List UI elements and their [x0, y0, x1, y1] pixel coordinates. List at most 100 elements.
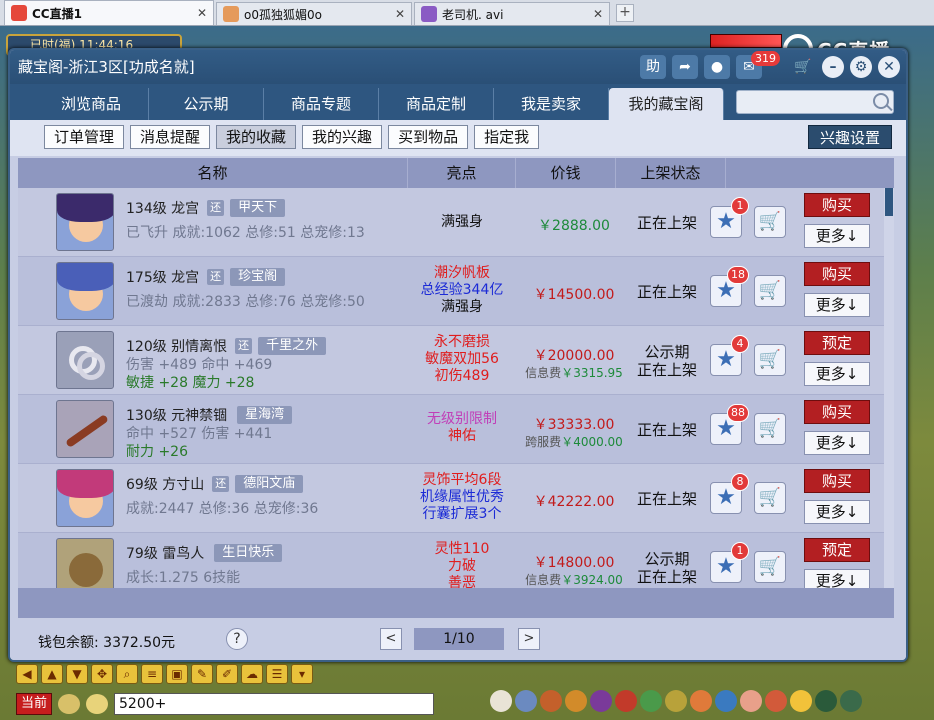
share-icon[interactable]: ➦ [672, 55, 698, 79]
bag-icon[interactable] [540, 690, 562, 712]
pet-icon[interactable] [490, 690, 512, 712]
magnifier-icon[interactable]: ⌕ [116, 664, 138, 684]
table-row[interactable]: 69级 方寸山还德阳文庙 成就:2447 总修:36 总宠修:36 灵饰平均6段… [18, 464, 884, 533]
mail-icon[interactable] [715, 690, 737, 712]
item-highlights: 灵性110 力破 善恶 [434, 541, 490, 588]
avatar-favicon-icon [223, 6, 239, 22]
tab-topics[interactable]: 商品专题 [264, 88, 379, 120]
table-row[interactable]: 175级 龙宫还珍宝阁 已渡劫 成就:2833 总修:76 总宠修:50 潮汐帆… [18, 257, 884, 326]
table-scrollbar[interactable] [884, 188, 894, 588]
favorite-star-button[interactable]: ★ 18 [710, 266, 749, 307]
new-tab-button[interactable]: + [616, 4, 634, 22]
chat-input[interactable]: 5200+ [114, 693, 435, 715]
purchased-items-button[interactable]: 买到物品 [388, 125, 469, 149]
shop-icon[interactable] [615, 690, 637, 712]
move-icon[interactable]: ✥ [91, 664, 113, 684]
browser-tab-avi[interactable]: 老司机. avi ✕ [414, 2, 610, 25]
brush-icon[interactable]: ✐ [216, 664, 238, 684]
list-icon[interactable]: ☰ [266, 664, 288, 684]
team-icon[interactable] [565, 690, 587, 712]
skill-icon[interactable] [590, 690, 612, 712]
more-button[interactable]: 更多↓ [804, 569, 870, 588]
scrollbar-thumb[interactable] [885, 188, 893, 216]
order-management-button[interactable]: 订单管理 [44, 125, 125, 149]
favorite-star-button[interactable]: ★ 1 [710, 197, 749, 238]
microphone-icon[interactable] [58, 694, 81, 714]
gift-icon[interactable] [690, 690, 712, 712]
interest-settings-button[interactable]: 兴趣设置 [807, 125, 892, 149]
buy-button[interactable]: 购买 [804, 262, 870, 286]
tab-browse[interactable]: 浏览商品 [34, 88, 149, 120]
table-row[interactable]: 130级 元神禁锢 星海湾 命中 +527 伤害 +441 耐力 +26 无级别限… [18, 395, 884, 464]
minimize-icon[interactable]: – [822, 56, 844, 78]
designated-me-button[interactable]: 指定我 [474, 125, 540, 149]
dropdown-icon[interactable]: ▾ [291, 664, 313, 684]
lock-icon[interactable]: ▣ [166, 664, 188, 684]
buy-button[interactable]: 购买 [804, 193, 870, 217]
add-to-cart-button[interactable]: 🛒 [754, 482, 786, 514]
settings-icon[interactable]: ⚙ [850, 56, 872, 78]
tab-publicity[interactable]: 公示期 [149, 88, 264, 120]
add-to-cart-button[interactable]: 🛒 [754, 551, 786, 583]
table-row[interactable]: 134级 龙宫还甲天下 已飞升 成就:1062 总修:51 总宠修:13 满强身… [18, 188, 884, 257]
my-interests-button[interactable]: 我的兴趣 [302, 125, 383, 149]
avatar [56, 538, 114, 588]
system-icon[interactable] [840, 690, 862, 712]
help-icon[interactable]: ? [226, 628, 248, 650]
chat-channel-button[interactable]: 当前 [16, 693, 53, 715]
more-button[interactable]: 更多↓ [804, 224, 870, 248]
more-button[interactable]: 更多↓ [804, 500, 870, 524]
add-to-cart-button[interactable]: 🛒 [754, 413, 786, 445]
buy-button[interactable]: 购买 [804, 400, 870, 424]
prev-page-button[interactable]: < [380, 628, 402, 650]
close-icon[interactable]: ✕ [197, 6, 207, 20]
more-button[interactable]: 更多↓ [804, 431, 870, 455]
arrow-up-icon[interactable]: ▲ [41, 664, 63, 684]
tab-my-pavilion[interactable]: 我的藏宝阁 [609, 88, 724, 120]
cart-icon[interactable]: 🛒 [790, 55, 816, 79]
col-status: 上架状态 [616, 158, 726, 188]
message-reminder-button[interactable]: 消息提醒 [130, 125, 211, 149]
sword-icon[interactable] [515, 690, 537, 712]
add-to-cart-button[interactable]: 🛒 [754, 344, 786, 376]
reserve-button[interactable]: 预定 [804, 538, 870, 562]
reserve-button[interactable]: 预定 [804, 331, 870, 355]
add-to-cart-button[interactable]: 🛒 [754, 206, 786, 238]
stop-icon[interactable]: ● [704, 55, 730, 79]
add-to-cart-button[interactable]: 🛒 [754, 275, 786, 307]
table-row[interactable]: 120级 别情离恨还千里之外 伤害 +489 命中 +469 敏捷 +28 魔力… [18, 326, 884, 395]
close-icon[interactable]: ✕ [593, 7, 603, 21]
chat-icon[interactable]: ☁ [241, 664, 263, 684]
message-icon[interactable]: ✉ 319 [736, 51, 780, 79]
sun-icon[interactable] [790, 690, 812, 712]
arrow-left-icon[interactable]: ◀ [16, 664, 38, 684]
favorite-star-button[interactable]: ★ 1 [710, 542, 749, 583]
buy-button[interactable]: 购买 [804, 469, 870, 493]
peach-icon[interactable] [740, 690, 762, 712]
quest-icon[interactable] [665, 690, 687, 712]
search-icon[interactable] [873, 93, 889, 109]
close-icon[interactable]: ✕ [395, 7, 405, 21]
search-input[interactable] [736, 90, 894, 114]
tab-seller[interactable]: 我是卖家 [494, 88, 609, 120]
favorite-star-button[interactable]: ★ 4 [710, 335, 749, 376]
favorite-star-button[interactable]: ★ 88 [710, 404, 749, 445]
arrow-down-icon[interactable]: ▼ [66, 664, 88, 684]
more-button[interactable]: 更多↓ [804, 362, 870, 386]
food-icon[interactable] [765, 690, 787, 712]
more-button[interactable]: 更多↓ [804, 293, 870, 317]
tab-custom[interactable]: 商品定制 [379, 88, 494, 120]
pencil-icon[interactable]: ✎ [191, 664, 213, 684]
close-icon[interactable]: ✕ [878, 56, 900, 78]
favorite-star-button[interactable]: ★ 8 [710, 473, 749, 514]
emoji-icon[interactable] [86, 694, 109, 714]
browser-tab-cc[interactable]: CC直播1 ✕ [4, 0, 214, 25]
next-page-button[interactable]: > [518, 628, 540, 650]
browser-tab-fox[interactable]: o0孤独狐媚0o ✕ [216, 2, 412, 25]
note-icon[interactable]: ≡ [141, 664, 163, 684]
table-row[interactable]: 79级 雷鸟人 生日快乐 成长:1.275 6技能 灵性110 力破 善恶 ￥14… [18, 533, 884, 588]
map-icon[interactable] [815, 690, 837, 712]
my-favorites-button[interactable]: 我的收藏 [216, 125, 297, 149]
friend-icon[interactable] [640, 690, 662, 712]
help-button[interactable]: 助 [640, 55, 666, 79]
